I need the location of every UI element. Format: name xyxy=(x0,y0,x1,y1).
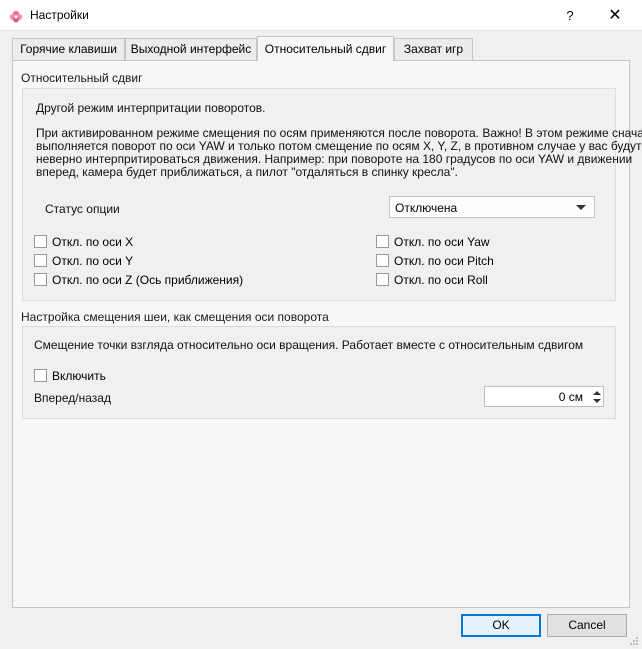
resize-grip-icon[interactable] xyxy=(629,636,639,646)
checkbox-box[interactable] xyxy=(376,235,389,248)
pink-flower-icon xyxy=(9,10,23,23)
spin-down-icon[interactable] xyxy=(593,399,601,403)
checkbox-label: Откл. по оси Pitch xyxy=(394,254,494,268)
description-line-1: При активированном режиме смещения по ос… xyxy=(36,126,642,140)
status-label: Статус опции xyxy=(45,202,120,216)
title-bar: Настройки ? ✕ xyxy=(0,0,642,31)
spin-up-icon[interactable] xyxy=(593,391,601,395)
checkbox-box[interactable] xyxy=(34,254,47,267)
neck-shift-description: Смещение точки взгляда относительно оси … xyxy=(34,338,584,352)
tab-relative-shift[interactable]: Относительный сдвиг xyxy=(257,36,394,61)
checkbox-label: Откл. по оси Yaw xyxy=(394,235,490,249)
checkbox-label: Откл. по оси Z (Ось приближения) xyxy=(52,273,244,287)
close-button[interactable]: ✕ xyxy=(593,0,637,31)
forward-back-value: 0 см xyxy=(558,390,583,404)
tab-game-capture[interactable]: Захват игр xyxy=(394,38,473,60)
tab-hotkeys[interactable]: Горячие клавиши xyxy=(12,38,125,60)
checkbox-label: Включить xyxy=(52,369,106,383)
status-combobox-value: Отключена xyxy=(395,201,458,215)
tab-output-interface[interactable]: Выходной интерфейс xyxy=(125,38,257,60)
help-button[interactable]: ? xyxy=(548,0,592,31)
cancel-button[interactable]: Cancel xyxy=(547,614,627,637)
checkbox-label: Откл. по оси X xyxy=(52,235,134,249)
chevron-down-icon xyxy=(576,205,586,210)
description-line-4: вперед, камера будет приближаться, а пил… xyxy=(36,165,458,179)
neck-shift-group-title: Настройка смещения шеи, как смещения оси… xyxy=(21,310,329,324)
checkbox-box[interactable] xyxy=(376,273,389,286)
forward-back-spinbox[interactable]: 0 см xyxy=(484,386,604,407)
checkbox-box[interactable] xyxy=(376,254,389,267)
status-combobox[interactable]: Отключена xyxy=(389,196,595,218)
checkbox-box[interactable] xyxy=(34,369,47,382)
checkbox-box[interactable] xyxy=(34,273,47,286)
relative-shift-group-title: Относительный сдвиг xyxy=(21,71,143,85)
checkbox-box[interactable] xyxy=(34,235,47,248)
description-line-3: неверно интерпритироваться движения. Нап… xyxy=(36,152,633,166)
checkbox-label: Откл. по оси Roll xyxy=(394,273,488,287)
description-line-2: выполняется поворот по оси YAW и только … xyxy=(36,139,642,153)
window-title: Настройки xyxy=(30,8,89,22)
forward-back-label: Вперед/назад xyxy=(34,391,111,405)
checkbox-label: Откл. по оси Y xyxy=(52,254,134,268)
relative-shift-group xyxy=(22,88,616,301)
relative-shift-intro: Другой режим интерпритации поворотов. xyxy=(36,101,266,115)
ok-button[interactable]: OK xyxy=(461,614,541,637)
